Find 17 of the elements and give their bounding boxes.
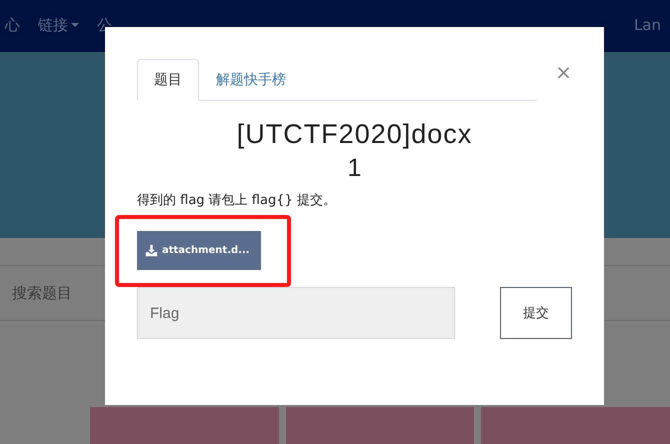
challenge-description: 得到的 flag 请包上 flag{} 提交。	[137, 192, 337, 209]
tab[interactable]: 题目	[137, 59, 199, 101]
search-label: 搜索题目	[12, 284, 72, 302]
challenge-card[interactable]	[286, 407, 474, 444]
tab[interactable]: 解题快手榜	[199, 59, 303, 101]
challenge-title: [UTCTF2020]docx	[236, 119, 474, 150]
download-button[interactable]: attachment.d...	[137, 231, 261, 270]
download-icon	[145, 244, 158, 257]
nav-link[interactable]: 链接	[29, 16, 88, 34]
close-button[interactable]: ×	[555, 61, 572, 83]
challenge-score: 1	[346, 154, 362, 183]
submit-button[interactable]: 提交	[500, 287, 572, 339]
nav-link[interactable]: Lan	[624, 16, 670, 34]
challenge-card[interactable]	[90, 407, 279, 444]
nav-link[interactable]: 心	[0, 16, 29, 34]
flag-input[interactable]: Flag	[137, 287, 455, 339]
challenge-card[interactable]	[481, 407, 670, 444]
